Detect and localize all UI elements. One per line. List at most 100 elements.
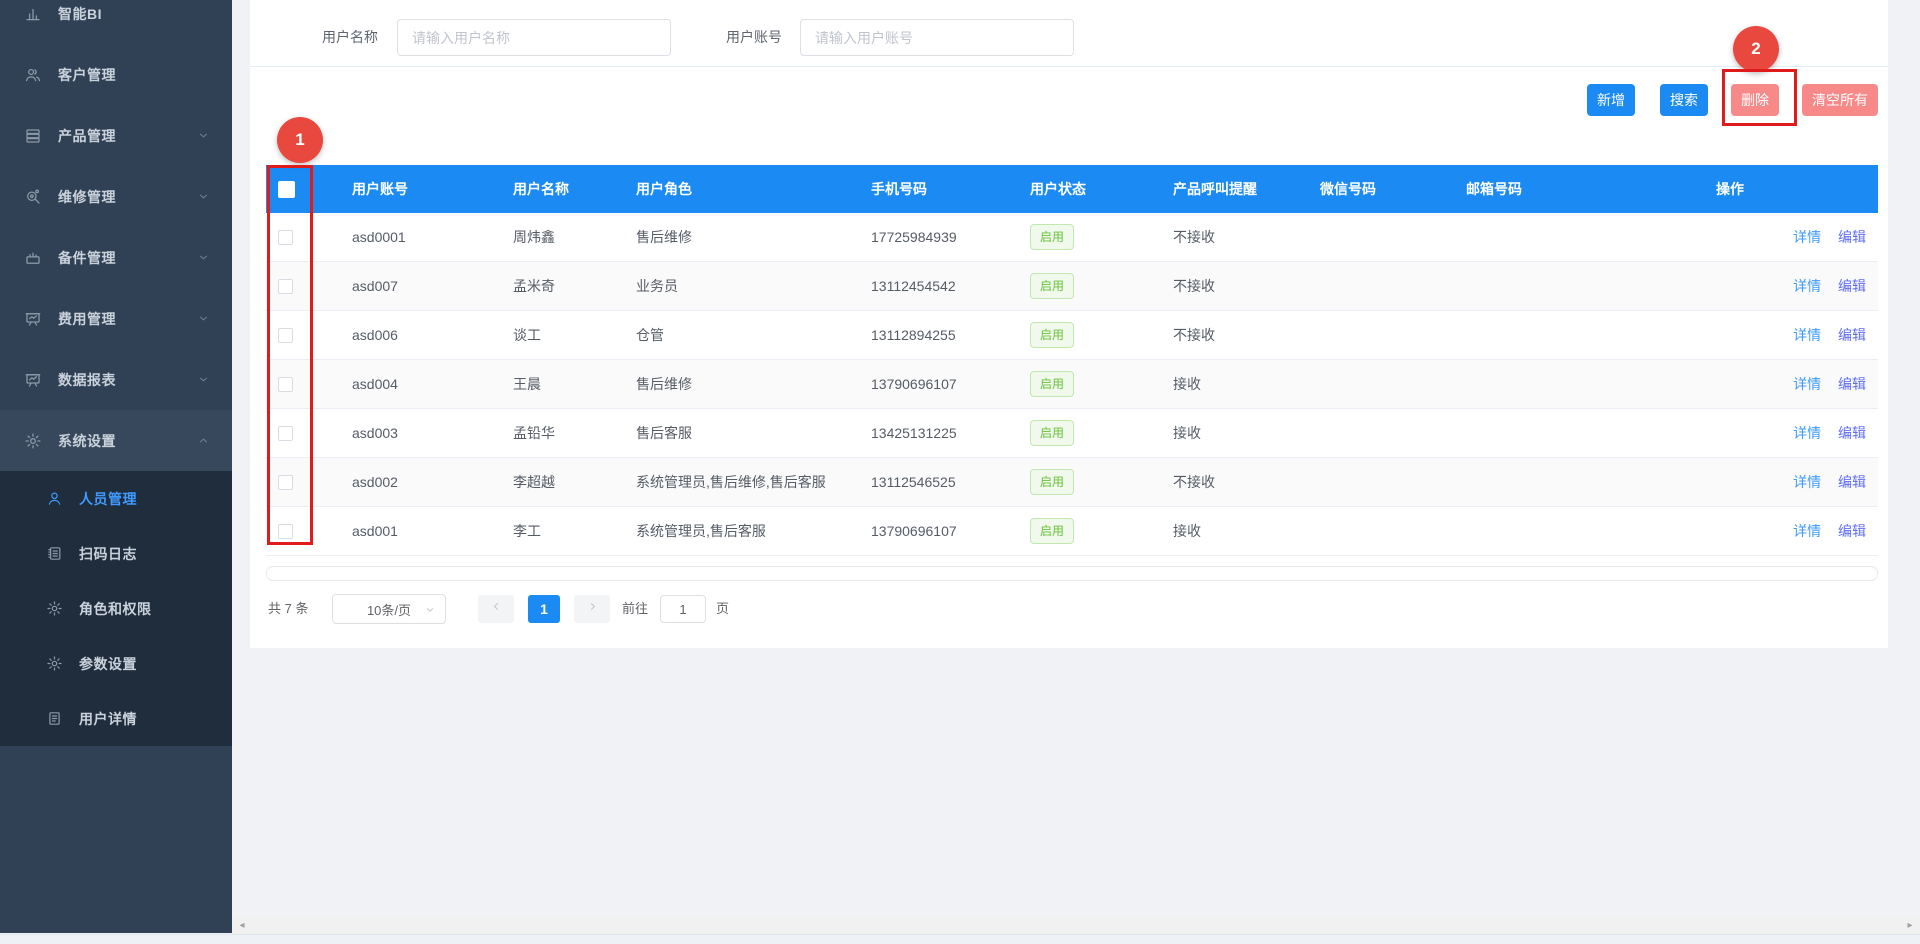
cell-notify: 不接收 xyxy=(1163,325,1310,345)
cell-notify: 不接收 xyxy=(1163,472,1310,492)
page-size-value: 10条/页 xyxy=(367,600,411,619)
sidebar-item[interactable]: 备件管理 xyxy=(0,227,232,288)
row-checkbox-cell xyxy=(266,474,342,491)
sidebar-item[interactable]: 维修管理 xyxy=(0,166,232,227)
sidebar-item[interactable]: 产品管理 xyxy=(0,105,232,166)
table-footer-strip xyxy=(266,566,1878,581)
cell-name: 李工 xyxy=(503,521,626,541)
user-table: 用户账号 用户名称 用户角色 手机号码 用户状态 产品呼叫提醒 微信号码 邮箱号… xyxy=(266,165,1878,556)
detail-link[interactable]: 详情 xyxy=(1793,376,1821,392)
table-row: asd004 王晨 售后维修 13790696107 启用 接收 详情 编辑 xyxy=(266,360,1878,409)
search-button[interactable]: 搜索 xyxy=(1660,84,1708,116)
cell-name: 孟米奇 xyxy=(503,276,626,296)
table-row: asd003 孟铅华 售后客服 13425131225 启用 接收 详情 编辑 xyxy=(266,409,1878,458)
detail-link[interactable]: 详情 xyxy=(1793,523,1821,539)
edit-link[interactable]: 编辑 xyxy=(1838,229,1866,245)
sidebar-submenu: 人员管理 扫码日志 角色和权限 参数设置 xyxy=(0,471,232,746)
cell-actions: 详情 编辑 xyxy=(1706,276,1878,296)
clear-all-button[interactable]: 清空所有 xyxy=(1802,84,1878,116)
detail-link[interactable]: 详情 xyxy=(1793,425,1821,441)
table-header-cell: 用户账号 xyxy=(342,179,503,199)
status-badge: 启用 xyxy=(1030,518,1074,544)
chevron-right-icon xyxy=(586,600,599,618)
sidebar-item-icon xyxy=(24,310,42,328)
cell-name: 李超越 xyxy=(503,472,626,492)
cell-account: asd007 xyxy=(342,278,503,294)
cell-phone: 13112894255 xyxy=(861,327,1020,343)
cell-account: asd006 xyxy=(342,327,503,343)
table-header-cell: 用户名称 xyxy=(503,179,626,199)
edit-link[interactable]: 编辑 xyxy=(1838,425,1866,441)
sidebar-subitem[interactable]: 扫码日志 xyxy=(0,526,232,581)
row-checkbox-cell xyxy=(266,327,342,344)
user-account-label: 用户账号 xyxy=(726,19,782,56)
detail-link[interactable]: 详情 xyxy=(1793,229,1821,245)
sidebar-item[interactable]: 客户管理 xyxy=(0,44,232,105)
cell-name: 孟铅华 xyxy=(503,423,626,443)
detail-link[interactable]: 详情 xyxy=(1793,278,1821,294)
row-checkbox[interactable] xyxy=(278,377,293,392)
sidebar-item-label: 客户管理 xyxy=(58,65,116,85)
sidebar-item-icon xyxy=(24,5,42,23)
cell-notify: 不接收 xyxy=(1163,227,1310,247)
sidebar-item[interactable]: 智能BI xyxy=(0,0,232,44)
edit-link[interactable]: 编辑 xyxy=(1838,474,1866,490)
cell-actions: 详情 编辑 xyxy=(1706,374,1878,394)
edit-link[interactable]: 编辑 xyxy=(1838,523,1866,539)
edit-link[interactable]: 编辑 xyxy=(1838,278,1866,294)
sidebar-subitem[interactable]: 参数设置 xyxy=(0,636,232,691)
goto-page-input[interactable] xyxy=(660,595,706,623)
add-button[interactable]: 新增 xyxy=(1587,84,1635,116)
row-checkbox-cell xyxy=(266,425,342,442)
row-checkbox-cell xyxy=(266,229,342,246)
sidebar-item-label: 备件管理 xyxy=(58,248,116,268)
scroll-left-arrow-icon[interactable]: ◂ xyxy=(234,917,250,934)
sidebar-subitem-label: 角色和权限 xyxy=(79,599,152,619)
row-checkbox[interactable] xyxy=(278,230,293,245)
detail-link[interactable]: 详情 xyxy=(1793,474,1821,490)
row-checkbox[interactable] xyxy=(278,279,293,294)
horizontal-scrollbar[interactable]: ◂ ▸ xyxy=(232,917,1920,934)
status-badge: 启用 xyxy=(1030,420,1074,446)
delete-button[interactable]: 删除 xyxy=(1731,84,1779,116)
next-page-button[interactable] xyxy=(574,595,610,623)
sidebar-subitem[interactable]: 角色和权限 xyxy=(0,581,232,636)
select-all-checkbox[interactable] xyxy=(278,181,295,198)
sidebar-subitem[interactable]: 用户详情 xyxy=(0,691,232,746)
sidebar-item[interactable]: 费用管理 xyxy=(0,288,232,349)
page-size-select[interactable]: 10条/页 xyxy=(332,594,446,624)
content-panel: 用户名称 用户账号 新增 搜索 删除 清空所有 用户账号 用户名称 用户角色 xyxy=(250,0,1888,648)
scroll-right-arrow-icon[interactable]: ▸ xyxy=(1902,917,1918,934)
table-row: asd006 谈工 仓管 13112894255 启用 不接收 详情 编辑 xyxy=(266,311,1878,360)
prev-page-button[interactable] xyxy=(478,595,514,623)
sidebar-item-icon xyxy=(24,66,42,84)
sidebar-item[interactable]: 数据报表 xyxy=(0,349,232,410)
table-row: asd002 李超越 系统管理员,售后维修,售后客服 13112546525 启… xyxy=(266,458,1878,507)
row-checkbox[interactable] xyxy=(278,426,293,441)
user-account-input[interactable] xyxy=(800,19,1074,56)
row-checkbox[interactable] xyxy=(278,475,293,490)
footer-strip xyxy=(0,934,1920,944)
user-name-label: 用户名称 xyxy=(322,19,378,56)
sidebar-subitem-label: 参数设置 xyxy=(79,654,137,674)
sidebar-subitem[interactable]: 人员管理 xyxy=(0,471,232,526)
edit-link[interactable]: 编辑 xyxy=(1838,376,1866,392)
sidebar-item[interactable]: 系统设置 xyxy=(0,410,232,471)
cell-actions: 详情 编辑 xyxy=(1706,325,1878,345)
cell-account: asd001 xyxy=(342,523,503,539)
user-name-input[interactable] xyxy=(397,19,671,56)
cell-notify: 接收 xyxy=(1163,423,1310,443)
chevron-down-icon xyxy=(197,373,210,386)
cell-actions: 详情 编辑 xyxy=(1706,423,1878,443)
cell-status: 启用 xyxy=(1020,371,1163,397)
row-checkbox[interactable] xyxy=(278,524,293,539)
cell-phone: 13790696107 xyxy=(861,523,1020,539)
sidebar-subitem-icon xyxy=(46,545,63,562)
page-number-1[interactable]: 1 xyxy=(528,595,560,623)
row-checkbox[interactable] xyxy=(278,328,293,343)
sidebar-item-icon xyxy=(24,127,42,145)
chevron-left-icon xyxy=(490,600,503,618)
edit-link[interactable]: 编辑 xyxy=(1838,327,1866,343)
cell-phone: 13425131225 xyxy=(861,425,1020,441)
detail-link[interactable]: 详情 xyxy=(1793,327,1821,343)
